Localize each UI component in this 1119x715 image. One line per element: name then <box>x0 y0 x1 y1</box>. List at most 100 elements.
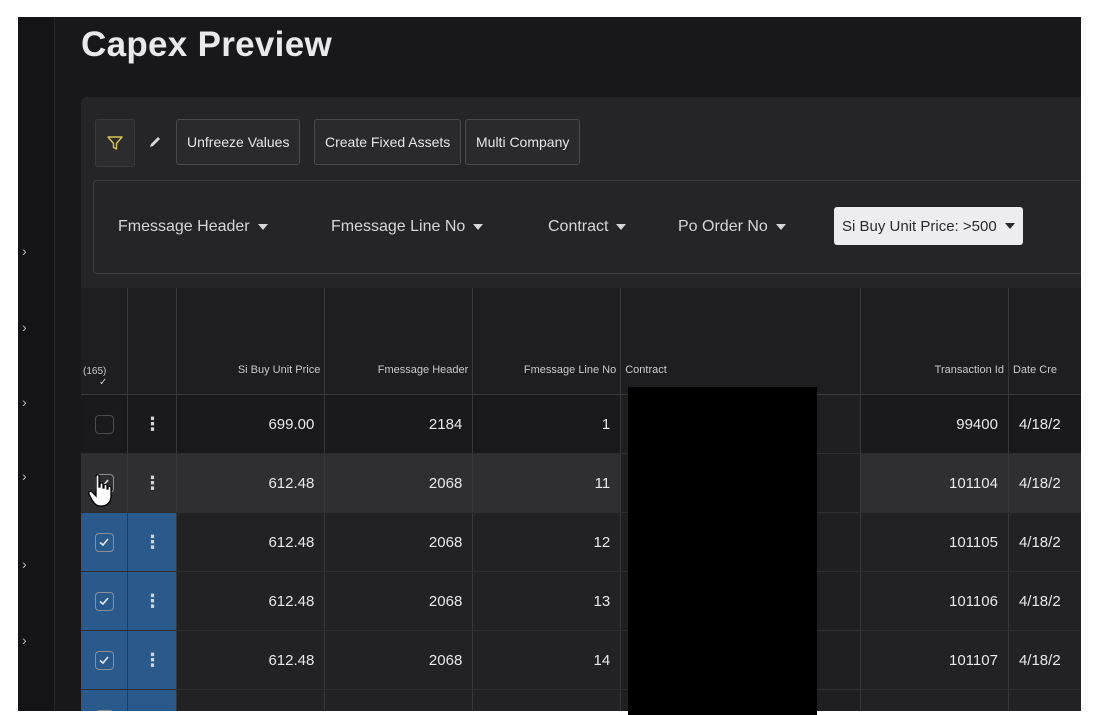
kebab-menu-icon[interactable]: ⋮ <box>143 414 161 434</box>
filter-fmessage-line-no[interactable]: Fmessage Line No <box>331 214 484 240</box>
cell-fmessage-header: 2068 <box>324 453 474 513</box>
row-checkbox[interactable] <box>94 650 114 670</box>
cell-si-buy-unit-price: 612.48 <box>176 571 326 631</box>
redaction-block <box>628 387 817 715</box>
row-menu-header <box>127 288 178 395</box>
chevron-right-icon[interactable]: › <box>22 633 36 647</box>
cell-si-buy-unit-price: 612.48 <box>176 453 326 513</box>
cell-fmessage-header: 2068 <box>324 630 474 690</box>
table-row[interactable]: ⋮ 612.48 2068 13 101106 4/18/2 <box>81 571 1081 631</box>
pencil-icon <box>150 137 160 147</box>
chevron-right-icon[interactable]: › <box>22 395 36 409</box>
chevron-right-icon[interactable]: › <box>22 469 36 483</box>
row-menu-cell[interactable]: ⋮ <box>127 630 178 690</box>
filter-label: Si Buy Unit Price: >500 <box>842 217 997 235</box>
cell-si-buy-unit-price: 612.48 <box>176 689 326 711</box>
filter-label: Fmessage Header <box>118 218 250 235</box>
row-checkbox[interactable] <box>94 709 114 711</box>
column-header[interactable]: Fmessage Line No <box>472 288 622 395</box>
table-row[interactable]: ⋮ 612.48 2068 11 101104 4/18/2 <box>81 453 1081 513</box>
cell-date-created: 4/18/2 <box>1008 453 1081 513</box>
row-menu-cell[interactable]: ⋮ <box>127 512 178 572</box>
chevron-right-icon[interactable]: › <box>22 320 36 334</box>
hand-cursor-icon <box>88 474 112 507</box>
row-select-cell[interactable] <box>81 571 129 631</box>
cell-transaction-id: 101106 <box>860 571 1009 631</box>
left-rail: › › › › › › <box>18 17 55 711</box>
column-header[interactable]: Si Buy Unit Price <box>176 288 326 395</box>
filter-bar: Fmessage Header Fmessage Line No Contrac… <box>93 180 1081 274</box>
page-title: Capex Preview <box>81 25 332 64</box>
checkmark-icon <box>99 655 109 664</box>
caret-down-icon <box>473 224 484 230</box>
cell-transaction-id: 101107 <box>860 630 1009 690</box>
kebab-menu-icon[interactable]: ⋮ <box>143 709 161 712</box>
cell-transaction-id: 101104 <box>860 453 1009 513</box>
table-row[interactable]: ⋮ 612.48 2068 12 101105 4/18/2 <box>81 512 1081 572</box>
unfreeze-values-button[interactable]: Unfreeze Values <box>176 119 301 165</box>
create-fixed-assets-button[interactable]: Create Fixed Assets <box>314 119 462 165</box>
row-select-cell[interactable] <box>81 689 129 711</box>
row-select-cell[interactable] <box>81 512 129 572</box>
cell-date-created: 4/18/2 <box>1008 630 1081 690</box>
kebab-menu-icon[interactable]: ⋮ <box>143 532 161 552</box>
header-row: (165) ✓ Si Buy Unit Price Fmessage Heade… <box>81 288 1081 395</box>
caret-down-icon <box>775 224 786 230</box>
filter-label: Fmessage Line No <box>331 218 466 235</box>
row-checkbox[interactable] <box>94 532 114 552</box>
column-header[interactable]: Transaction Id <box>860 288 1009 395</box>
select-all-header[interactable]: (165) ✓ <box>81 288 129 395</box>
column-header[interactable]: Contract <box>620 288 862 395</box>
kebab-menu-icon[interactable]: ⋮ <box>143 473 161 493</box>
cell-date-created: 4/18/2 <box>1008 394 1081 454</box>
caret-down-icon <box>257 224 268 230</box>
column-header[interactable]: Date Cre <box>1008 288 1081 395</box>
cell-fmessage-line-no: 1 <box>472 394 622 454</box>
caret-down-icon <box>616 224 627 230</box>
cell-fmessage-header: 2184 <box>324 394 474 454</box>
cell-fmessage-header: 2068 <box>324 571 474 631</box>
select-all-check[interactable]: ✓ <box>83 377 123 388</box>
cell-si-buy-unit-price: 612.48 <box>176 630 326 690</box>
kebab-menu-icon[interactable]: ⋮ <box>143 591 161 611</box>
row-menu-cell[interactable]: ⋮ <box>127 394 178 454</box>
filter-fmessage-header[interactable]: Fmessage Header <box>118 214 268 240</box>
filter-po-order-no[interactable]: Po Order No <box>678 214 786 240</box>
caret-down-icon <box>1004 223 1015 229</box>
row-menu-cell[interactable]: ⋮ <box>127 689 178 712</box>
row-menu-cell[interactable]: ⋮ <box>127 571 178 631</box>
filter-contract[interactable]: Contract <box>548 214 627 240</box>
row-checkbox[interactable] <box>94 414 114 434</box>
row-select-cell[interactable] <box>81 630 129 690</box>
filter-si-buy-unit-price[interactable]: Si Buy Unit Price: >500 <box>834 207 1023 245</box>
table-row[interactable]: ⋮ 612.48 2068 14 101107 4/18/2 <box>81 630 1081 690</box>
cell-fmessage-line-no: 12 <box>472 512 622 572</box>
app-window: › › › › › › Capex Preview Unfreeze Value… <box>18 17 1081 711</box>
kebab-menu-icon[interactable]: ⋮ <box>143 650 161 670</box>
chevron-right-icon[interactable]: › <box>22 244 36 258</box>
cell-date-created: 4/18/2 <box>1008 689 1081 711</box>
filter-button[interactable] <box>95 119 135 167</box>
cell-transaction-id: 99400 <box>860 394 1009 454</box>
cell-date-created: 4/18/2 <box>1008 512 1081 572</box>
multi-company-button[interactable]: Multi Company <box>465 119 581 165</box>
edit-button[interactable] <box>141 119 169 165</box>
checkmark-icon <box>99 596 109 605</box>
row-select-cell[interactable] <box>81 394 129 454</box>
filter-label: Po Order No <box>678 218 768 235</box>
cell-fmessage-header: 2068 <box>324 689 474 711</box>
cell-date-created: 4/18/2 <box>1008 571 1081 631</box>
data-grid: (165) ✓ Si Buy Unit Price Fmessage Heade… <box>81 288 1081 711</box>
table-row[interactable]: ⋮ 699.00 2184 1 99400 4/18/2 <box>81 394 1081 454</box>
cell-si-buy-unit-price: 699.00 <box>176 394 326 454</box>
funnel-icon <box>107 136 123 150</box>
cell-transaction-id: 101108 <box>860 689 1009 711</box>
row-menu-cell[interactable]: ⋮ <box>127 453 178 513</box>
row-checkbox[interactable] <box>94 591 114 611</box>
cell-fmessage-line-no: 15 <box>472 689 622 711</box>
chevron-right-icon[interactable]: › <box>22 557 36 571</box>
checkmark-icon <box>99 537 109 546</box>
cell-transaction-id: 101105 <box>860 512 1009 572</box>
column-header[interactable]: Fmessage Header <box>324 288 474 395</box>
table-row[interactable]: ⋮ 612.48206815 1011084/18/2 <box>81 689 1081 712</box>
